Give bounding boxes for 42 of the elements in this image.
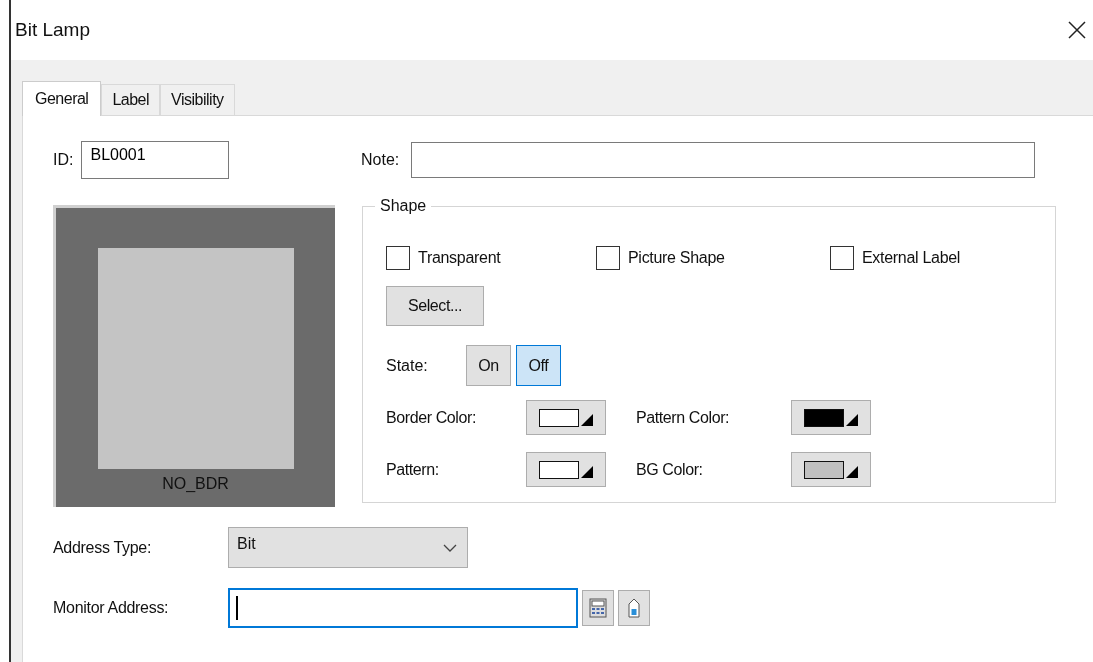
tab[interactable]: Visibility — [160, 84, 235, 115]
calculator-icon — [589, 598, 607, 618]
color-label: Border Color: — [386, 408, 477, 427]
corner-triangle-icon — [581, 466, 593, 478]
tab[interactable]: General — [22, 81, 102, 116]
note-label: Note: — [361, 151, 400, 169]
monitor-address-field[interactable] — [228, 588, 578, 628]
tag-button[interactable] — [618, 590, 650, 626]
corner-triangle-icon — [846, 414, 858, 426]
keypad-button[interactable] — [582, 590, 614, 626]
color-label: BG Color: — [636, 460, 704, 479]
checkbox-label: Picture Shape — [628, 249, 725, 267]
color-picker[interactable] — [526, 452, 606, 487]
state-toggle[interactable]: Off — [516, 345, 561, 386]
address-type-label: Address Type: — [53, 538, 153, 557]
chevron-down-icon — [443, 543, 457, 552]
color-label: Pattern Color: — [636, 408, 731, 427]
state-toggle[interactable]: On — [466, 345, 511, 386]
window-title: Bit Lamp — [15, 19, 90, 41]
color-picker[interactable] — [526, 400, 606, 435]
checkbox[interactable] — [596, 246, 620, 270]
preview-caption: NO_BDR — [162, 475, 229, 493]
corner-triangle-icon — [581, 414, 593, 426]
id-label: ID: — [53, 151, 74, 169]
checkbox[interactable] — [386, 246, 410, 270]
color-picker[interactable] — [791, 400, 871, 435]
checkbox-label: Transparent — [418, 249, 501, 267]
note-field[interactable] — [411, 142, 1036, 178]
color-picker[interactable] — [791, 452, 871, 487]
checkbox-label: External Label — [862, 249, 961, 267]
close-icon[interactable] — [1068, 21, 1086, 39]
id-field[interactable]: BL0001 — [81, 141, 230, 179]
tab[interactable]: Label — [101, 84, 161, 115]
checkbox[interactable] — [830, 246, 854, 270]
color-label: Pattern: — [386, 460, 440, 479]
tag-icon — [626, 597, 642, 619]
corner-triangle-icon — [846, 466, 858, 478]
state-label: State: — [386, 356, 429, 375]
group-title: Shape — [375, 197, 432, 215]
select-button[interactable]: Select... — [386, 286, 484, 326]
monitor-address-label: Monitor Address: — [53, 599, 170, 617]
address-type-dropdown[interactable]: Bit — [228, 527, 468, 568]
